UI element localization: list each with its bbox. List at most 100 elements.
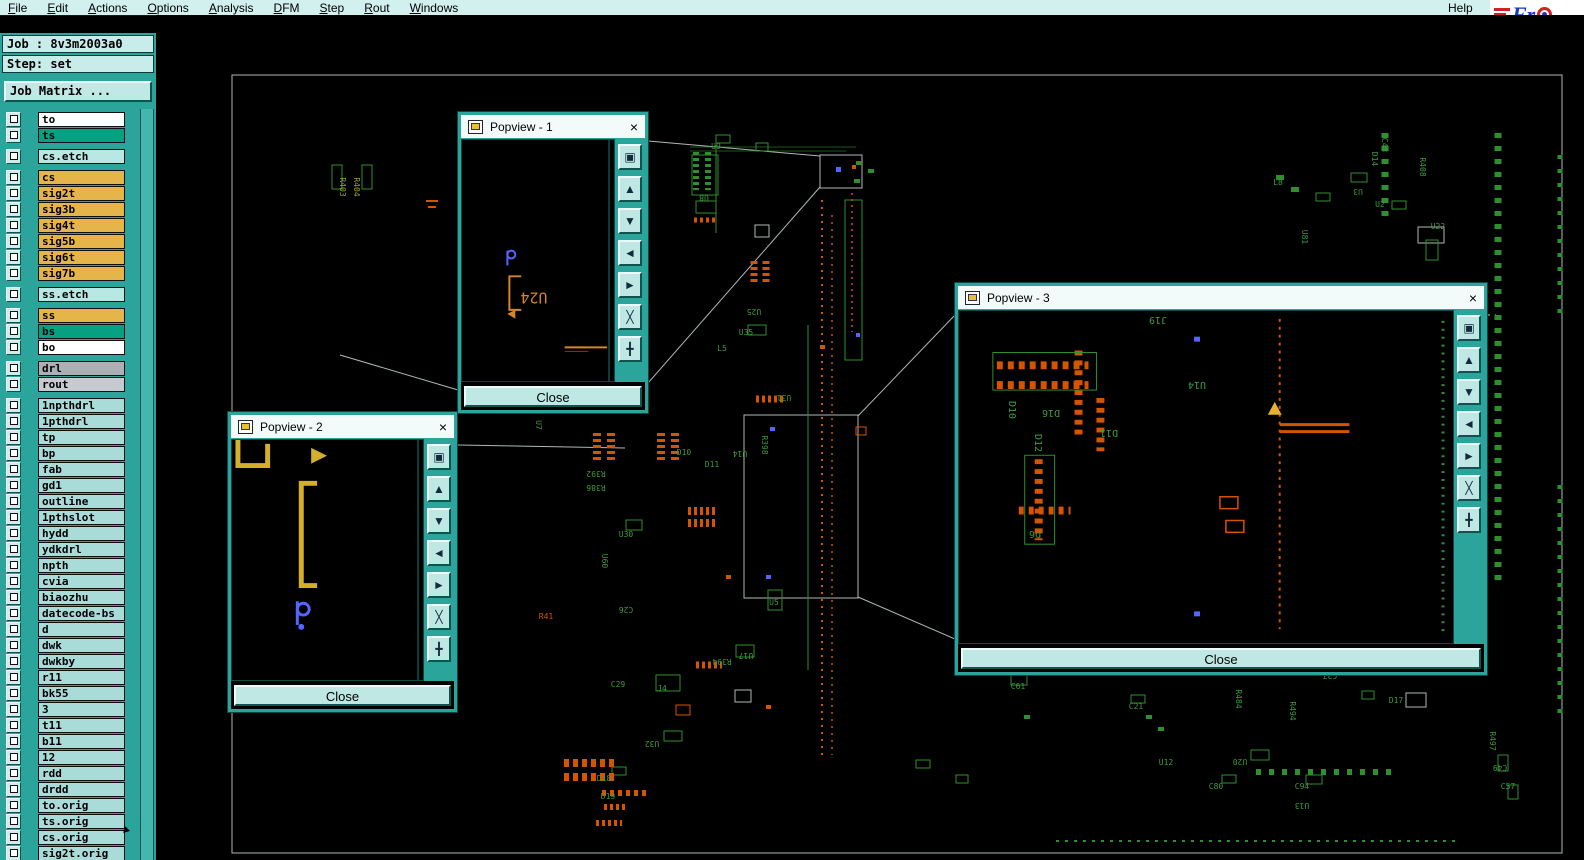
pan-right-button[interactable]: ► bbox=[1457, 443, 1481, 469]
layer-visibility-checkbox[interactable] bbox=[6, 813, 21, 829]
popview-1-close-button[interactable]: Close bbox=[464, 386, 642, 407]
layer-visibility-checkbox[interactable] bbox=[6, 249, 21, 265]
pan-down-button[interactable]: ▼ bbox=[427, 508, 451, 534]
menu-actions[interactable]: Actions bbox=[88, 1, 127, 15]
layer-visibility-checkbox[interactable] bbox=[6, 169, 21, 185]
recenter-button[interactable]: ╋ bbox=[618, 336, 642, 362]
layer-label[interactable]: r11 bbox=[38, 669, 125, 685]
layer-label[interactable]: hydd bbox=[38, 525, 125, 541]
layer-label[interactable]: rout bbox=[38, 376, 125, 392]
layer-visibility-checkbox[interactable] bbox=[6, 573, 21, 589]
layer-label[interactable]: 1pthslot bbox=[38, 509, 125, 525]
layer-visibility-checkbox[interactable] bbox=[6, 621, 21, 637]
popview-3-titlebar[interactable]: Popview - 3 × bbox=[958, 286, 1484, 310]
layer-label[interactable]: ss.etch bbox=[38, 286, 125, 302]
layer-label[interactable]: 3 bbox=[38, 701, 125, 717]
menu-options[interactable]: Options bbox=[147, 1, 188, 15]
popview-2-close-icon[interactable]: × bbox=[439, 420, 447, 434]
layer-label[interactable]: cs.orig bbox=[38, 829, 125, 845]
layer-label[interactable]: sig2t bbox=[38, 185, 125, 201]
pan-down-button[interactable]: ▼ bbox=[1457, 379, 1481, 405]
layer-visibility-checkbox[interactable] bbox=[6, 265, 21, 281]
layer-label[interactable]: drdd bbox=[38, 781, 125, 797]
layer-visibility-checkbox[interactable] bbox=[6, 339, 21, 355]
layer-visibility-checkbox[interactable] bbox=[6, 307, 21, 323]
popview-1-close-icon[interactable]: × bbox=[630, 120, 638, 134]
layer-visibility-checkbox[interactable] bbox=[6, 765, 21, 781]
layer-visibility-checkbox[interactable] bbox=[6, 701, 21, 717]
layer-label[interactable]: b11 bbox=[38, 733, 125, 749]
layer-label[interactable]: outline bbox=[38, 493, 125, 509]
pan-left-button[interactable]: ◄ bbox=[618, 240, 642, 266]
popview-2-canvas[interactable] bbox=[231, 439, 424, 681]
layer-label[interactable]: bo bbox=[38, 339, 125, 355]
layer-visibility-checkbox[interactable] bbox=[6, 829, 21, 845]
menu-rout[interactable]: Rout bbox=[364, 1, 389, 15]
layer-label[interactable]: sig3b bbox=[38, 201, 125, 217]
layer-label[interactable]: t11 bbox=[38, 717, 125, 733]
layer-visibility-checkbox[interactable] bbox=[6, 201, 21, 217]
layer-label[interactable]: sig6t bbox=[38, 249, 125, 265]
menu-windows[interactable]: Windows bbox=[410, 1, 459, 15]
layer-label[interactable]: sig7b bbox=[38, 265, 125, 281]
menu-dfm[interactable]: DFM bbox=[274, 1, 300, 15]
layer-label[interactable]: cvia bbox=[38, 573, 125, 589]
layer-visibility-checkbox[interactable] bbox=[6, 509, 21, 525]
pan-down-button[interactable]: ▼ bbox=[618, 208, 642, 234]
layer-visibility-checkbox[interactable] bbox=[6, 360, 21, 376]
popview-2-titlebar[interactable]: Popview - 2 × bbox=[231, 415, 454, 439]
job-matrix-button[interactable]: Job Matrix ... bbox=[4, 81, 152, 102]
layer-visibility-checkbox[interactable] bbox=[6, 233, 21, 249]
layer-visibility-checkbox[interactable] bbox=[6, 413, 21, 429]
layer-visibility-checkbox[interactable] bbox=[6, 127, 21, 143]
layer-label[interactable]: sig4t bbox=[38, 217, 125, 233]
layer-visibility-checkbox[interactable] bbox=[6, 217, 21, 233]
layer-label[interactable]: ss bbox=[38, 307, 125, 323]
popview-3-close-button[interactable]: Close bbox=[961, 648, 1481, 669]
menu-edit[interactable]: Edit bbox=[47, 1, 68, 15]
pan-right-button[interactable]: ► bbox=[618, 272, 642, 298]
layer-visibility-checkbox[interactable] bbox=[6, 185, 21, 201]
popview-duplicate-button[interactable]: ▣ bbox=[618, 144, 642, 170]
layer-visibility-checkbox[interactable] bbox=[6, 111, 21, 127]
layer-visibility-checkbox[interactable] bbox=[6, 541, 21, 557]
popview-duplicate-button[interactable]: ▣ bbox=[427, 444, 451, 470]
layer-label[interactable]: to bbox=[38, 111, 125, 127]
layer-label[interactable]: sig2t.orig bbox=[38, 845, 125, 860]
layer-label[interactable]: cs bbox=[38, 169, 125, 185]
recenter-button[interactable]: ╋ bbox=[1457, 507, 1481, 533]
layer-label[interactable]: biaozhu bbox=[38, 589, 125, 605]
layer-visibility-checkbox[interactable] bbox=[6, 781, 21, 797]
layer-visibility-checkbox[interactable] bbox=[6, 461, 21, 477]
layer-visibility-checkbox[interactable] bbox=[6, 148, 21, 164]
layer-label[interactable]: 1npthdrl bbox=[38, 397, 125, 413]
pan-up-button[interactable]: ▲ bbox=[427, 476, 451, 502]
layer-label[interactable]: bs bbox=[38, 323, 125, 339]
layer-visibility-checkbox[interactable] bbox=[6, 429, 21, 445]
popview-2-close-button[interactable]: Close bbox=[234, 685, 451, 706]
popview-1-titlebar[interactable]: Popview - 1 × bbox=[461, 115, 645, 139]
popview-duplicate-button[interactable]: ▣ bbox=[1457, 315, 1481, 341]
layer-visibility-checkbox[interactable] bbox=[6, 493, 21, 509]
layer-label[interactable]: npth bbox=[38, 557, 125, 573]
menu-file[interactable]: File bbox=[8, 1, 27, 15]
layer-visibility-checkbox[interactable] bbox=[6, 477, 21, 493]
layer-label[interactable]: rdd bbox=[38, 765, 125, 781]
layer-label[interactable]: ydkdrl bbox=[38, 541, 125, 557]
pan-left-button[interactable]: ◄ bbox=[427, 540, 451, 566]
layer-visibility-checkbox[interactable] bbox=[6, 397, 21, 413]
popview-3-canvas[interactable]: J19 U14 D10 D16 D11 D12 D6 bbox=[958, 310, 1454, 644]
zoom-fit-button[interactable]: ╳ bbox=[427, 604, 451, 630]
menu-help[interactable]: Help bbox=[1448, 0, 1473, 16]
layer-label[interactable]: d bbox=[38, 621, 125, 637]
layer-visibility-checkbox[interactable] bbox=[6, 445, 21, 461]
layer-label[interactable]: bk55 bbox=[38, 685, 125, 701]
layer-label[interactable]: cs.etch bbox=[38, 148, 125, 164]
layer-label[interactable]: 1pthdrl bbox=[38, 413, 125, 429]
layer-visibility-checkbox[interactable] bbox=[6, 749, 21, 765]
layer-label[interactable]: fab bbox=[38, 461, 125, 477]
layer-visibility-checkbox[interactable] bbox=[6, 557, 21, 573]
pan-up-button[interactable]: ▲ bbox=[618, 176, 642, 202]
layer-visibility-checkbox[interactable] bbox=[6, 525, 21, 541]
menu-analysis[interactable]: Analysis bbox=[209, 1, 254, 15]
